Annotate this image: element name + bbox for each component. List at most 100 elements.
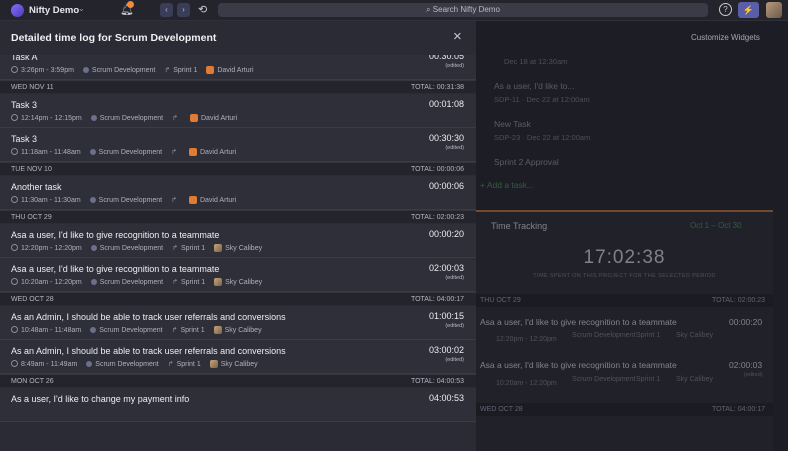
day-header: WED NOV 11 TOTAL: 00:31:38 (0, 80, 476, 93)
day-label: TUE NOV 10 (11, 166, 52, 173)
sprint-name[interactable]: Sprint 1 (181, 245, 205, 252)
edited-label: (edited) (445, 323, 464, 329)
project-icon (90, 245, 97, 251)
edited-label: (edited) (445, 275, 464, 281)
clock-icon (11, 196, 18, 203)
sprint-icon: ↱ (172, 115, 178, 122)
time-entry-duration: 00:30:30 (428, 133, 464, 143)
day-header: TUE NOV 10 TOTAL: 00:00:06 (0, 162, 476, 175)
time-entry-title: Task 3 (11, 134, 38, 144)
time-entry-row[interactable]: As an Admin, I should be able to track u… (0, 340, 476, 374)
time-range: 12:14pm - 12:15pm (21, 115, 82, 122)
clock-icon (11, 66, 18, 73)
time-entry-row[interactable]: Task 3 00:01:08 12:14pm - 12:15pm Scrum Dev… (0, 94, 476, 128)
back-button[interactable]: ‹ (160, 3, 173, 17)
search-input[interactable]: ⌕ Search Nifty Demo (218, 3, 708, 17)
sprint-icon: ↱ (164, 67, 171, 74)
day-header: WED OCT 28 TOTAL: 04:00:17 (0, 292, 476, 305)
user-name[interactable]: Sky Calibey (221, 361, 258, 368)
user-name[interactable]: David Arturi (200, 197, 236, 204)
project-icon (90, 327, 97, 333)
time-entry-row[interactable]: As a user, I'd like to change my payment… (0, 388, 476, 422)
close-icon[interactable]: × (453, 29, 462, 44)
sprint-icon: ↱ (171, 327, 178, 334)
clock-icon (11, 326, 18, 333)
time-entry-row[interactable]: Task 3 00:30:30 (edited) 11:18am - 11:48am S… (0, 128, 476, 162)
edited-label: (edited) (445, 63, 464, 69)
day-total: TOTAL: 04:00:17 (410, 296, 464, 303)
sprint-icon: ↱ (167, 361, 174, 368)
day-header: THU OCT 29 TOTAL: 02:00:23 (0, 210, 476, 223)
user-name[interactable]: Sky Calibey (225, 245, 262, 252)
time-entry-title: As an Admin, I should be able to track u… (11, 312, 286, 322)
project-name[interactable]: Scrum Development (95, 361, 158, 368)
time-entry-duration: 00:01:08 (428, 99, 464, 109)
project-icon (90, 279, 97, 285)
project-icon (89, 149, 96, 155)
project-name[interactable]: Scrum Development (99, 197, 162, 204)
day-label: MON OCT 26 (11, 378, 54, 385)
time-range: 12:20pm - 12:20pm (21, 245, 82, 252)
project-name[interactable]: Scrum Development (100, 115, 163, 122)
user-name[interactable]: David Arturi (201, 115, 237, 122)
sprint-name[interactable]: Sprint 1 (173, 67, 197, 74)
time-entry-duration: 03:00:02 (428, 345, 464, 355)
time-entry-duration: 00:00:20 (428, 229, 464, 239)
time-entry-row[interactable]: As an Admin, I should be able to track u… (0, 306, 476, 340)
project-name[interactable]: Scrum Development (100, 279, 163, 286)
time-entry-duration: 04:00:53 (428, 393, 464, 403)
project-icon (90, 115, 97, 121)
modal-backdrop[interactable] (476, 21, 788, 451)
notification-badge (127, 1, 134, 8)
time-entry-row[interactable]: Asa a user, I'd like to give recognition… (0, 258, 476, 292)
day-label: WED NOV 11 (11, 84, 54, 91)
time-entry-row[interactable]: Another task 00:00:06 11:30am - 11:30am Scr… (0, 176, 476, 210)
sprint-icon: ↱ (171, 149, 177, 156)
time-log-modal: Task A 00:30:05 (edited) 3:26pm - 3:59pm Scr… (0, 21, 476, 451)
nifty-logo-icon[interactable] (11, 4, 24, 17)
time-range: 10:48am - 11:48am (21, 327, 82, 334)
user-name[interactable]: Sky Calibey (225, 327, 262, 334)
bolt-icon[interactable]: ⚡ (738, 2, 759, 18)
help-icon[interactable]: ? (719, 3, 732, 16)
project-name[interactable]: Scrum Development (92, 67, 155, 74)
history-icon[interactable]: ⟲ (198, 3, 207, 16)
time-entry-row[interactable]: Asa a user, I'd like to give recognition… (0, 224, 476, 258)
clock-icon (11, 278, 18, 285)
user-avatar-icon (206, 66, 215, 74)
user-avatar-icon (214, 278, 223, 286)
day-label: THU OCT 29 (11, 214, 52, 221)
time-entry-title: As a user, I'd like to change my payment… (11, 394, 190, 404)
search-placeholder: Search Nifty Demo (432, 5, 500, 14)
user-name[interactable]: Sky Calibey (225, 279, 262, 286)
user-name[interactable]: David Arturi (200, 149, 236, 156)
time-entry-meta: 11:30am - 11:30am Scrum Development ↱ David… (11, 196, 236, 204)
time-entry-title: Task 3 (11, 100, 38, 110)
project-icon (82, 67, 89, 73)
time-range: 11:30am - 11:30am (21, 197, 81, 204)
project-name[interactable]: Scrum Development (99, 149, 162, 156)
sprint-name[interactable]: Sprint 1 (180, 327, 204, 334)
time-range: 11:18am - 11:48am (21, 149, 81, 156)
workspace-name[interactable]: Nifty Demo (29, 5, 79, 16)
forward-button[interactable]: › (177, 3, 190, 17)
user-avatar-icon (190, 114, 198, 122)
sprint-name[interactable]: Sprint 1 (181, 279, 205, 286)
project-name[interactable]: Scrum Development (100, 245, 163, 252)
time-entry-duration: 00:00:06 (428, 181, 464, 191)
chevron-down-icon[interactable]: ⌄ (78, 4, 85, 13)
project-name[interactable]: Scrum Development (99, 327, 162, 334)
time-entry-duration: 02:00:03 (428, 263, 464, 273)
user-name[interactable]: David Arturi (217, 67, 253, 74)
sprint-name[interactable]: Sprint 1 (177, 361, 201, 368)
user-avatar-icon (214, 244, 223, 252)
day-total: TOTAL: 02:00:23 (410, 214, 464, 221)
user-avatar-icon (188, 148, 197, 156)
project-icon (89, 197, 96, 203)
time-entry-meta: 12:14pm - 12:15pm Scrum Development ↱ David… (11, 114, 237, 122)
avatar[interactable] (766, 2, 782, 18)
time-entry-meta: 10:20am - 12:20pm Scrum Development ↱ Sprin… (11, 278, 262, 286)
time-entry-meta: 3:26pm - 3:59pm Scrum Development ↱ Sprint … (11, 66, 254, 74)
day-total: TOTAL: 00:31:38 (410, 84, 464, 91)
time-entry-title: Another task (11, 182, 62, 192)
